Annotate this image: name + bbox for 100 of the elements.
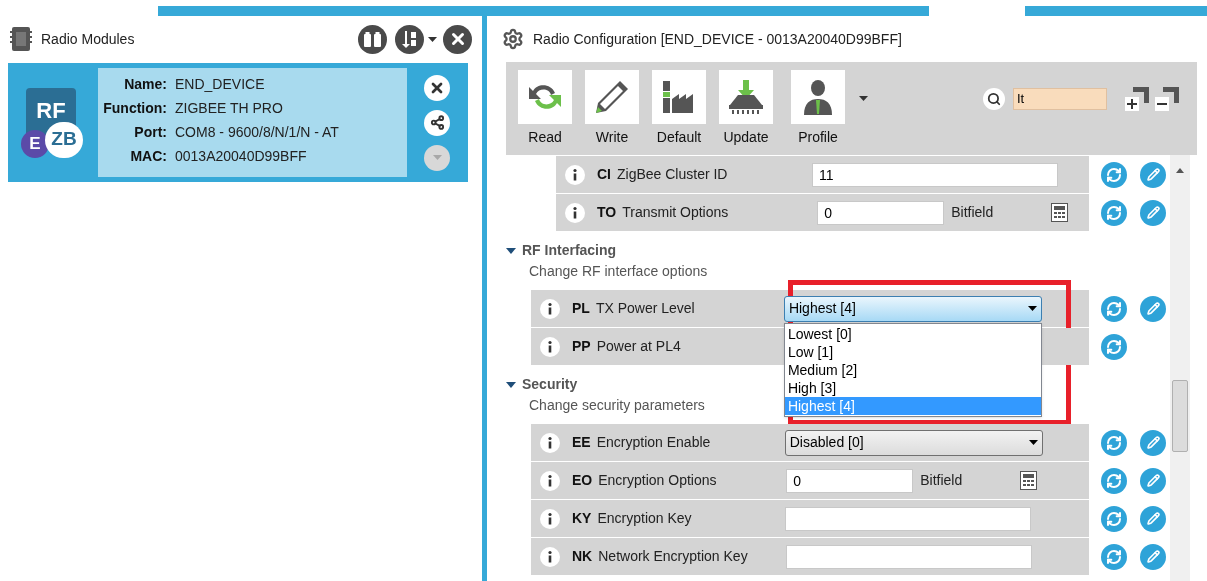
value-field[interactable]: 0 [786,468,914,493]
parameter-code: CI [597,165,611,184]
calculator-icon[interactable] [1020,471,1038,490]
parameter-label: Power at PL4 [596,337,682,356]
refresh-icon [1106,338,1122,355]
parameter-label: TX Power Level [595,299,696,318]
write-button[interactable] [1140,543,1166,570]
parameter-code: PP [572,337,591,356]
refresh-button[interactable] [1101,333,1127,360]
refresh-icon [1106,434,1122,451]
write-button[interactable] [1140,161,1166,188]
parameter-code: TO [597,203,617,222]
caret-icon[interactable] [1027,306,1037,311]
parameter-label: Transmit Options [622,203,730,222]
section-subtitle: Change RF interface options [529,262,708,281]
info-icon[interactable] [540,546,560,567]
search-field[interactable]: It [1013,87,1107,110]
collapse-all-button[interactable] [1155,86,1179,111]
value-field[interactable]: 0 [817,200,945,225]
pencil-icon [1146,550,1160,563]
info-icon[interactable] [540,432,560,453]
field-label: Port: [133,122,167,142]
refresh-button[interactable] [1101,543,1127,570]
scrollbar[interactable] [1170,155,1190,581]
refresh-button[interactable] [1101,199,1127,226]
value-field[interactable]: 11 [812,162,1058,187]
parameter-code: NK [572,547,593,566]
pencil-icon [1146,474,1160,487]
caret-icon[interactable] [428,36,437,42]
pencil-icon [1146,302,1160,315]
refresh-button[interactable] [1101,429,1127,456]
write-button[interactable] [1140,505,1166,532]
section-title[interactable]: RF Interfacing [522,240,617,261]
parameter-label: Encryption Enable [596,433,712,452]
refresh-button[interactable] [1101,505,1127,532]
info-icon[interactable] [540,508,560,529]
expand-all-button[interactable] [1125,86,1149,111]
dropdown[interactable]: Disabled [0] [784,429,1043,456]
close-button[interactable] [443,24,472,54]
refresh-button[interactable] [1101,161,1127,188]
dropdown-option[interactable]: Medium [2] [784,360,1041,379]
write-button[interactable] [1140,429,1166,456]
calculator-icon[interactable] [1051,203,1069,222]
caret-icon[interactable] [859,96,868,101]
refresh-button[interactable] [1101,467,1127,494]
pencil-icon [1146,168,1160,181]
scroll-up-icon[interactable] [1176,168,1184,173]
settings-icon [502,28,524,50]
write-button[interactable] [1140,295,1166,322]
sort-button[interactable] [395,24,424,54]
dropdown-option[interactable]: Lowest [0] [784,324,1041,343]
columns-icon [364,31,381,47]
refresh-icon [1106,548,1122,565]
refresh-icon [1106,166,1122,183]
refresh-icon [1106,472,1122,489]
write-button[interactable] [1140,467,1166,494]
scrollbar-thumb[interactable] [1172,380,1188,452]
sort-icon [402,30,417,48]
parameter-code: KY [572,509,592,528]
pencil-icon [1146,206,1160,219]
parameter-code: EE [572,433,591,452]
remove-button[interactable] [424,74,450,101]
device-card[interactable]: RF E ZB Name: END_DEVICE Function: ZIGBEE TH PRO Port: COM8 - 9600/8/N/1/N - AT MAC: 0013A20040D99BFF [8,63,468,182]
field-label: MAC: [129,146,167,166]
parameter-label: Encryption Key [597,509,693,528]
panel-title: Radio Modules [41,29,136,49]
pencil-icon [1146,436,1160,449]
expand-arrow-icon[interactable] [506,379,516,390]
bitfield-label: Bitfield [951,203,995,222]
dropdown-option[interactable]: High [3] [784,378,1041,397]
network-icon [429,115,445,130]
refresh-icon [1106,204,1122,221]
dropdown[interactable]: Highest [4] [783,295,1042,322]
info-icon[interactable] [540,298,560,319]
refresh-button[interactable] [1101,295,1127,322]
info-icon[interactable] [565,202,585,223]
field-label: Function: [102,98,167,118]
refresh-icon [1106,300,1122,317]
parameter-label: Network Encryption Key [598,547,749,566]
field-value: 0013A20040D99BFF [175,146,307,166]
pencil-icon [1146,512,1160,525]
network-button[interactable] [424,109,450,136]
value-field[interactable] [786,544,1033,569]
field-value: COM8 - 9600/8/N/1/N - AT [175,122,339,142]
info-icon[interactable] [565,164,585,185]
info-icon[interactable] [540,470,560,491]
dropdown-option[interactable]: Low [1] [784,342,1041,361]
section-subtitle: Change security parameters [529,396,705,415]
parameter-code: PL [572,299,590,318]
value-field[interactable] [785,506,1032,531]
info-icon[interactable] [540,336,560,357]
bitfield-label: Bitfield [920,471,964,490]
console-button[interactable] [358,24,387,54]
write-button[interactable] [1140,199,1166,226]
field-value: ZIGBEE TH PRO [175,98,283,118]
parameter-label: ZigBee Cluster ID [617,165,729,184]
section-title[interactable]: Security [522,374,578,395]
field-value: END_DEVICE [175,74,265,94]
expand-arrow-icon[interactable] [506,245,516,256]
caret-icon[interactable] [1028,440,1038,445]
